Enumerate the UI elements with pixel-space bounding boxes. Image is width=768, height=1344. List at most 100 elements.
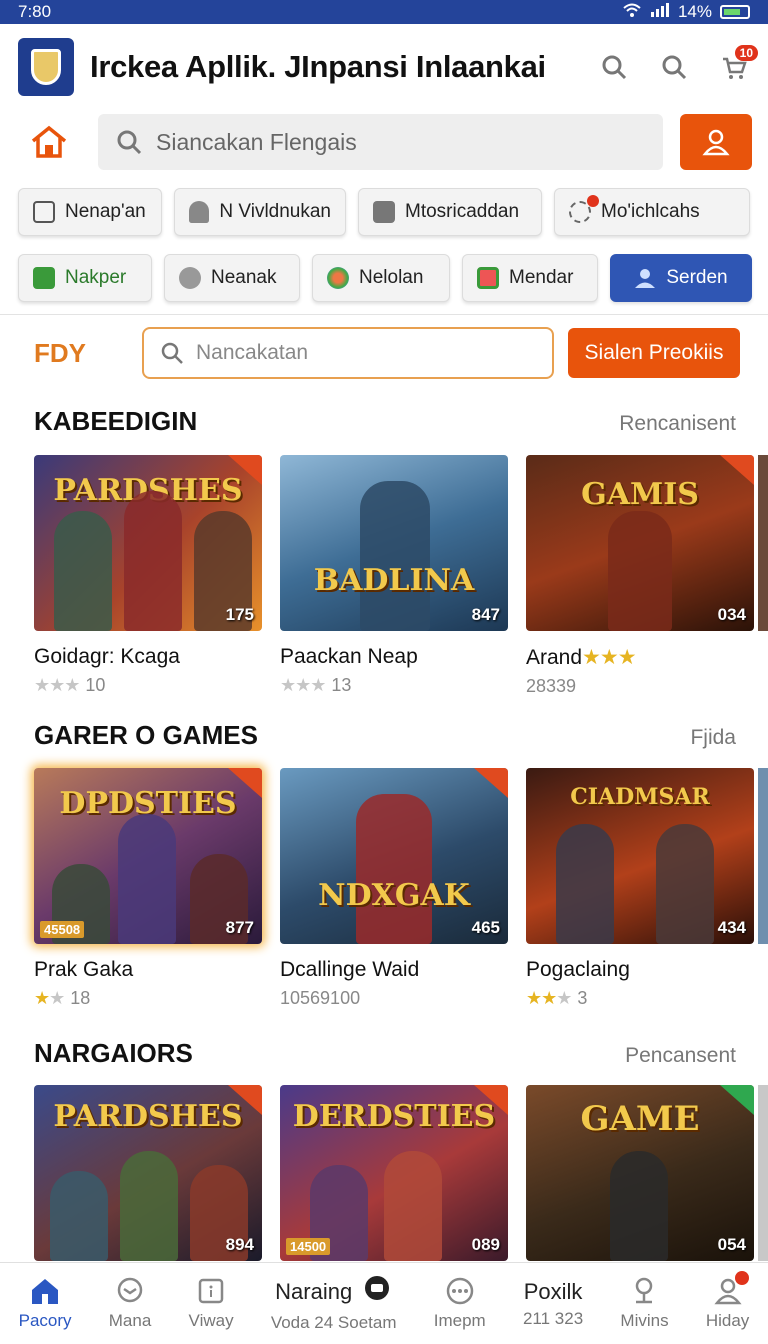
search-input[interactable]: Siancakan Flengais bbox=[98, 114, 663, 170]
nav-item[interactable]: Imepm bbox=[434, 1277, 486, 1331]
category-button[interactable]: N Vivldnukan bbox=[174, 188, 346, 236]
game-meta: ★★★ 10 bbox=[34, 675, 262, 696]
nav-label: Viway bbox=[188, 1310, 234, 1330]
battery-icon bbox=[720, 5, 750, 19]
nav-item[interactable]: Naraing Voda 24 Soetam bbox=[271, 1275, 397, 1333]
category-label: N Vivldnukan bbox=[219, 201, 331, 222]
status-time: 7:80 bbox=[18, 2, 52, 21]
fdy-label: FDY bbox=[34, 337, 86, 368]
nav-item[interactable]: Hiday bbox=[706, 1270, 749, 1331]
game-count: 894 bbox=[225, 1235, 254, 1254]
battery-text: 14% bbox=[677, 2, 712, 21]
character-figure bbox=[608, 511, 672, 631]
game-card[interactable]: GAME 054 bbox=[526, 1085, 754, 1261]
search-icon-secondary[interactable] bbox=[658, 51, 690, 83]
game-art-title: PARDSHES bbox=[53, 1099, 243, 1134]
game-count: 877 bbox=[225, 918, 254, 937]
signal-icon bbox=[650, 2, 670, 22]
pin-icon bbox=[629, 1277, 659, 1305]
nav-item[interactable]: Pacory bbox=[19, 1277, 72, 1331]
character-figure bbox=[384, 1151, 442, 1261]
game-card[interactable]: BADLINA 847 Paackan Neap ★★★ 13 bbox=[280, 455, 508, 697]
fdy-search-input[interactable]: Nancakatan bbox=[142, 327, 554, 379]
rating-stars: ★★★ bbox=[280, 675, 326, 695]
app-logo[interactable] bbox=[18, 38, 74, 96]
category-button[interactable]: Neanak bbox=[164, 254, 300, 302]
category-label: Nelolan bbox=[359, 267, 424, 288]
game-meta: 10569100 bbox=[280, 988, 508, 1009]
category-row-2: Nakper Neanak Nelolan Mendar Serden bbox=[18, 254, 752, 302]
game-card[interactable]: NDXGAK 465 Dcallinge Waid 10569100 bbox=[280, 768, 508, 1009]
more-icon bbox=[445, 1277, 475, 1305]
category-label: Mo'ichlcahs bbox=[601, 201, 700, 222]
game-art-title: GAME bbox=[580, 1099, 700, 1139]
game-meta-value: 3 bbox=[577, 988, 588, 1008]
game-card[interactable]: PARDSHES 894 bbox=[34, 1085, 262, 1261]
user-icon bbox=[635, 269, 656, 288]
nav-item[interactable]: Poxilk 211 323 bbox=[523, 1279, 583, 1329]
category-button[interactable]: Mtosricaddan bbox=[358, 188, 542, 236]
game-card[interactable]: DERDSTIES 14500 089 bbox=[280, 1085, 508, 1261]
game-name: Arand★★★ bbox=[526, 645, 754, 670]
game-count: 175 bbox=[225, 605, 254, 624]
game-count: 034 bbox=[717, 605, 746, 624]
home-icon[interactable] bbox=[18, 112, 80, 172]
nav-sublabel: Voda 24 Soetam bbox=[270, 1312, 397, 1332]
account-button[interactable] bbox=[680, 114, 752, 170]
nav-label: Mivins bbox=[620, 1310, 669, 1330]
nav-sublabel: 211 323 bbox=[522, 1308, 584, 1328]
divider bbox=[0, 314, 768, 315]
game-art-title: DERDSTIES bbox=[292, 1099, 496, 1134]
game-card[interactable]: DPDSTIES 45508 877 Prak Gaka ★★ 18 bbox=[34, 768, 262, 1009]
category-label: Mtosricaddan bbox=[405, 201, 520, 222]
game-name: Prak Gaka bbox=[34, 958, 134, 981]
game-thumbnail: BADLINA 847 bbox=[280, 455, 508, 631]
search-row: Siancakan Flengais bbox=[18, 112, 752, 172]
game-name-text: Arand bbox=[526, 646, 583, 669]
game-count: 847 bbox=[471, 605, 500, 624]
bottom-nav: Pacory Mana Viway Naraing Voda 24 Soetam… bbox=[0, 1262, 768, 1344]
app-title: Irckea Apllik. JInpansi Inlaankai bbox=[90, 49, 546, 84]
nav-item[interactable]: Mivins bbox=[620, 1277, 669, 1331]
category-button[interactable]: Mo'ichlcahs bbox=[554, 188, 750, 236]
section-link[interactable]: Pencansent bbox=[625, 1044, 736, 1068]
fdy-action-button[interactable]: Sialen Preokiis bbox=[568, 328, 740, 378]
game-meta: ★★★ 3 bbox=[526, 988, 754, 1009]
category-button[interactable]: Nelolan bbox=[312, 254, 450, 302]
person-icon bbox=[189, 201, 210, 223]
calendar-icon bbox=[477, 267, 499, 289]
game-card[interactable]: PARDSHES 175 Goidagr: Kcaga ★★★ 10 bbox=[34, 455, 262, 697]
game-meta-value: 28339 bbox=[526, 676, 577, 696]
nav-item[interactable]: Mana bbox=[109, 1277, 151, 1331]
category-button[interactable]: Nakper bbox=[18, 254, 152, 302]
status-bar: 7:80 14% bbox=[0, 0, 768, 24]
nav-item[interactable]: Viway bbox=[189, 1277, 234, 1331]
fdy-placeholder: Nancakatan bbox=[196, 341, 309, 364]
search-placeholder: Siancakan Flengais bbox=[156, 128, 357, 155]
next-card-peek bbox=[758, 1085, 768, 1261]
chat-icon bbox=[115, 1277, 145, 1305]
category-button[interactable]: Nenap'an bbox=[18, 188, 162, 236]
category-button[interactable]: Mendar bbox=[462, 254, 598, 302]
game-meta-value: 10569100 bbox=[280, 988, 361, 1008]
section-header: NARGAIORS Pencansent bbox=[34, 1038, 736, 1069]
game-thumbnail: CIADMSAR 434 bbox=[526, 768, 754, 944]
section-link[interactable]: Rencanisent bbox=[619, 412, 736, 436]
cards-row: DPDSTIES 45508 877 Prak Gaka ★★ 18 NDXGA… bbox=[34, 768, 754, 1009]
price-chip: 14500 bbox=[286, 1238, 331, 1255]
search-icon[interactable] bbox=[598, 51, 630, 83]
section-link[interactable]: Fjida bbox=[690, 726, 736, 750]
game-art-title: NDXGAK bbox=[318, 878, 470, 913]
game-card[interactable]: CIADMSAR 434 Pogaclaing ★★★ 3 bbox=[526, 768, 754, 1009]
game-meta-value: 13 bbox=[331, 675, 352, 695]
window-icon bbox=[33, 201, 55, 223]
category-button-primary[interactable]: Serden bbox=[610, 254, 752, 302]
game-card[interactable]: GAMIS 034 Arand★★★ 28339 bbox=[526, 455, 754, 697]
game-count: 054 bbox=[717, 1235, 746, 1254]
cart-icon[interactable]: 10 bbox=[718, 45, 758, 83]
cards-row: PARDSHES 894 DERDSTIES 14500 089 GAME 05… bbox=[34, 1085, 754, 1261]
game-meta: 28339 bbox=[526, 676, 754, 697]
character-figure bbox=[556, 824, 614, 944]
character-figure bbox=[54, 511, 112, 631]
game-thumbnail: DPDSTIES 45508 877 bbox=[34, 768, 262, 944]
